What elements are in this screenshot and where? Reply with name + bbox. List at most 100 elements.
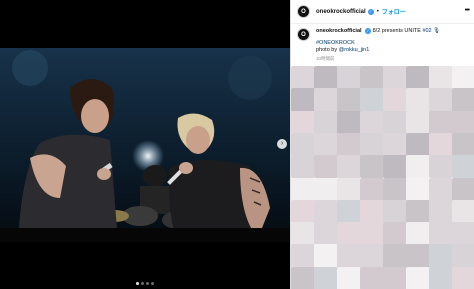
- instagram-post-viewer: › O oneokrockofficial ✓ • フォロー ••• O one…: [0, 0, 474, 289]
- blur-tile: [406, 222, 430, 246]
- blur-tile: [314, 244, 338, 268]
- blur-tile: [291, 199, 315, 224]
- blur-tile: [406, 88, 430, 112]
- blur-tile: [452, 132, 474, 157]
- post-time: 10時間前: [316, 55, 335, 61]
- blurred-comments-area: [291, 66, 474, 289]
- blur-tile: [337, 110, 361, 134]
- blur-tile: [314, 155, 338, 179]
- blur-tile: [314, 110, 338, 134]
- blur-tile: [360, 199, 384, 224]
- account-avatar[interactable]: O: [297, 5, 310, 18]
- blur-tile: [314, 177, 338, 201]
- blur-tile: [360, 177, 384, 201]
- blur-tile: [452, 266, 474, 289]
- blur-tile: [452, 88, 474, 112]
- blur-tile: [452, 66, 474, 90]
- blur-tile: [291, 244, 315, 268]
- blur-tile: [337, 244, 361, 268]
- blur-tile: [337, 266, 361, 289]
- blur-tile: [337, 66, 361, 90]
- blur-tile: [429, 132, 453, 157]
- blur-tile: [429, 244, 453, 268]
- blur-tile: [314, 266, 338, 289]
- blur-tile: [360, 155, 384, 179]
- blur-tile: [383, 222, 407, 246]
- blur-tile: [337, 155, 361, 179]
- post-header: O oneokrockofficial ✓ • フォロー •••: [291, 0, 474, 24]
- blur-tile: [314, 88, 338, 112]
- blur-tile: [291, 132, 315, 157]
- account-name[interactable]: oneokrockofficial: [316, 9, 366, 15]
- blur-tile: [452, 177, 474, 201]
- blur-tile: [429, 222, 453, 246]
- follow-button[interactable]: フォロー: [382, 7, 406, 16]
- blur-tile: [383, 155, 407, 179]
- blur-tile: [383, 110, 407, 134]
- blur-tile: [314, 199, 338, 224]
- blur-tile: [291, 155, 315, 179]
- verified-badge-icon: ✓: [367, 8, 374, 15]
- blur-tile: [429, 155, 453, 179]
- blur-tile: [406, 266, 430, 289]
- caption-hashtag[interactable]: #02 🎙: [422, 28, 440, 34]
- carousel-dot: [136, 282, 139, 285]
- blur-tile: [452, 244, 474, 268]
- blur-tile: [314, 132, 338, 157]
- blur-tile: [452, 110, 474, 134]
- blur-tile: [314, 66, 338, 90]
- blur-tile: [360, 110, 384, 134]
- blur-tile: [429, 177, 453, 201]
- blur-tile: [360, 244, 384, 268]
- caption-body: oneokrockofficial ✓ 8/2 presents UNITE #…: [316, 28, 440, 62]
- blur-tile: [337, 222, 361, 246]
- blur-tile: [337, 132, 361, 157]
- post-side-panel: O oneokrockofficial ✓ • フォロー ••• O oneok…: [290, 0, 474, 289]
- blur-tile: [383, 244, 407, 268]
- blur-tile: [291, 222, 315, 246]
- blur-tile: [314, 222, 338, 246]
- blur-tile: [383, 88, 407, 112]
- blur-tile: [360, 66, 384, 90]
- concert-photo-illustration: [0, 48, 290, 242]
- caption-account[interactable]: oneokrockofficial: [316, 28, 362, 34]
- blur-tile: [360, 266, 384, 289]
- blur-tile: [291, 110, 315, 134]
- blur-tile: [291, 266, 315, 289]
- carousel-dot: [146, 282, 149, 285]
- carousel-dot: [141, 282, 144, 285]
- blur-tile: [452, 155, 474, 179]
- blur-tile: [383, 132, 407, 157]
- caption-text: 8/2 presents UNITE: [372, 28, 421, 34]
- chevron-right-icon[interactable]: ›: [277, 139, 287, 149]
- blur-tile: [383, 177, 407, 201]
- post-photo[interactable]: [0, 48, 290, 242]
- blur-tile: [406, 244, 430, 268]
- blur-tile: [337, 199, 361, 224]
- blur-tile: [337, 177, 361, 201]
- hashtag-link[interactable]: #ONEOKROCK: [316, 40, 440, 48]
- blur-tile: [452, 199, 474, 224]
- caption-avatar[interactable]: O: [297, 28, 310, 41]
- blur-tile: [406, 155, 430, 179]
- blur-tile: [360, 132, 384, 157]
- blur-tile: [337, 88, 361, 112]
- blur-tile: [452, 222, 474, 246]
- blur-tile: [291, 88, 315, 112]
- photographer-handle[interactable]: @rokku_jin1: [339, 47, 370, 53]
- blur-tile: [429, 66, 453, 90]
- photo-by-label: photo by: [316, 47, 338, 53]
- blur-tile: [406, 132, 430, 157]
- blur-tile: [406, 199, 430, 224]
- blur-tile: [429, 266, 453, 289]
- verified-badge-icon: ✓: [365, 28, 372, 34]
- blur-tile: [291, 66, 315, 90]
- carousel-indicator: [136, 282, 154, 285]
- blur-tile: [291, 177, 315, 201]
- more-options-icon[interactable]: •••: [465, 7, 470, 14]
- blur-tile: [406, 66, 430, 90]
- blur-tile: [360, 88, 384, 112]
- blur-tile: [406, 110, 430, 134]
- carousel-dot: [151, 282, 154, 285]
- caption: O oneokrockofficial ✓ 8/2 presents UNITE…: [297, 28, 471, 62]
